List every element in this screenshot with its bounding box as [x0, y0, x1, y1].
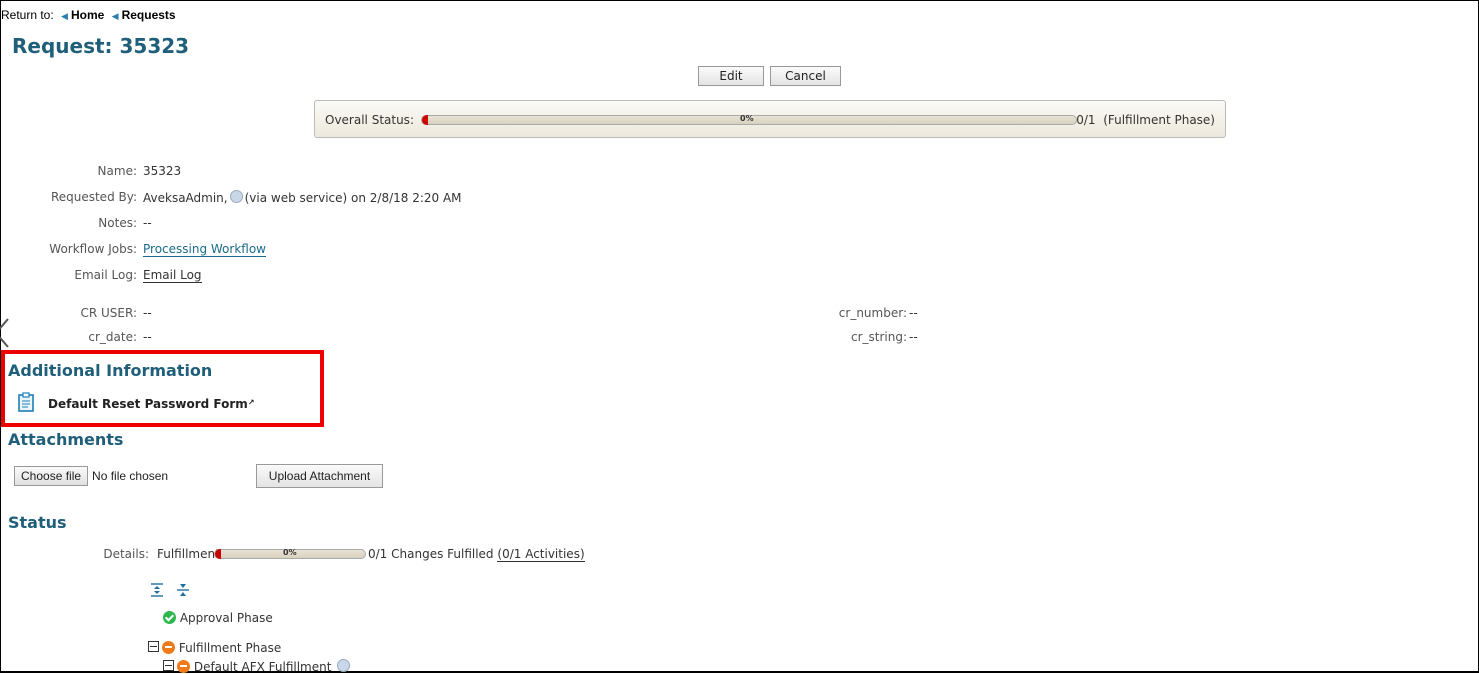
no-file-text: No file chosen	[92, 469, 169, 483]
choose-file-button[interactable]: Choose file	[14, 466, 89, 486]
edit-button[interactable]: Edit	[698, 66, 764, 86]
overall-progress-bar: 0%	[421, 114, 1077, 125]
expand-all-icon[interactable]	[150, 583, 164, 597]
email-log-link[interactable]: Email Log	[143, 268, 202, 283]
info-icon[interactable]	[229, 190, 243, 203]
workflow-jobs-label: Workflow Jobs:	[49, 242, 137, 256]
collapse-node-icon[interactable]	[163, 660, 174, 671]
overall-status-panel: Overall Status: 0% 0/1 (Fulfillment Phas…	[314, 100, 1226, 138]
requested-by-value: AveksaAdmin, (via web service) on 2/8/18 …	[143, 190, 462, 205]
page-title: Request: 35323	[12, 34, 190, 58]
breadcrumb-home-link[interactable]: Home	[71, 8, 104, 22]
breadcrumb-prefix: Return to:	[1, 8, 54, 22]
email-log-label: Email Log:	[74, 268, 137, 282]
info-icon[interactable]	[337, 659, 351, 672]
collapse-node-icon[interactable]	[148, 641, 159, 652]
additional-information-heading: Additional Information	[8, 361, 213, 380]
in-progress-icon	[162, 641, 175, 654]
overall-status-label: Overall Status:	[325, 113, 414, 127]
cr-number-value: --	[909, 306, 918, 320]
in-progress-icon	[177, 660, 190, 673]
overall-status-fraction: 0/1 (Fulfillment Phase)	[1076, 113, 1215, 127]
name-value: 35323	[143, 164, 182, 178]
collapse-all-icon[interactable]	[176, 583, 190, 597]
processing-workflow-link[interactable]: Processing Workflow	[143, 242, 266, 257]
back-triangle-icon: ◀	[111, 11, 119, 21]
name-label: Name:	[97, 164, 137, 178]
tree-item-approval-phase[interactable]: Approval Phase	[163, 611, 273, 625]
fulfillment-progress-fill	[215, 549, 221, 559]
breadcrumb: Return to: ◀ Home ◀ Requests	[1, 8, 176, 22]
external-link-icon: ↗	[247, 398, 255, 407]
upload-attachment-button[interactable]: Upload Attachment	[256, 464, 383, 488]
check-icon	[163, 611, 176, 624]
notes-value: --	[143, 216, 152, 230]
cr-string-label: cr_string:	[850, 330, 907, 344]
cancel-button[interactable]: Cancel	[770, 66, 841, 86]
overall-progress-fill	[422, 115, 428, 125]
fulfillment-summary: 0/1 Changes Fulfilled (0/1 Activities)	[368, 547, 585, 562]
cr-string-value: --	[909, 330, 918, 344]
cr-number-label: cr_number:	[838, 306, 907, 320]
requested-by-label: Requested By:	[50, 190, 137, 204]
notes-label: Notes:	[98, 216, 137, 230]
status-heading: Status	[8, 513, 67, 532]
breadcrumb-requests-link[interactable]: Requests	[122, 8, 176, 22]
attachments-heading: Attachments	[8, 430, 124, 449]
cr-date-label: cr_date:	[88, 330, 137, 344]
file-chooser: Choose file No file chosen	[14, 466, 168, 486]
details-label: Details:	[103, 547, 149, 561]
cr-user-value: --	[143, 306, 152, 320]
clipboard-form-icon	[18, 392, 34, 412]
chevron-left-icon[interactable]	[0, 318, 10, 348]
cr-date-value: --	[143, 330, 152, 344]
fulfillment-progress-bar: 0%	[214, 548, 366, 559]
reset-password-form-link[interactable]: Default Reset Password Form↗	[48, 397, 255, 411]
cr-user-label: CR USER:	[80, 306, 137, 320]
fulfillment-progress-percent: 0%	[283, 548, 297, 557]
tree-item-fulfillment-phase[interactable]: Fulfillment Phase	[148, 641, 281, 655]
overall-progress-percent: 0%	[740, 114, 754, 123]
activities-link[interactable]: (0/1 Activities)	[497, 547, 585, 562]
back-triangle-icon: ◀	[61, 11, 68, 21]
